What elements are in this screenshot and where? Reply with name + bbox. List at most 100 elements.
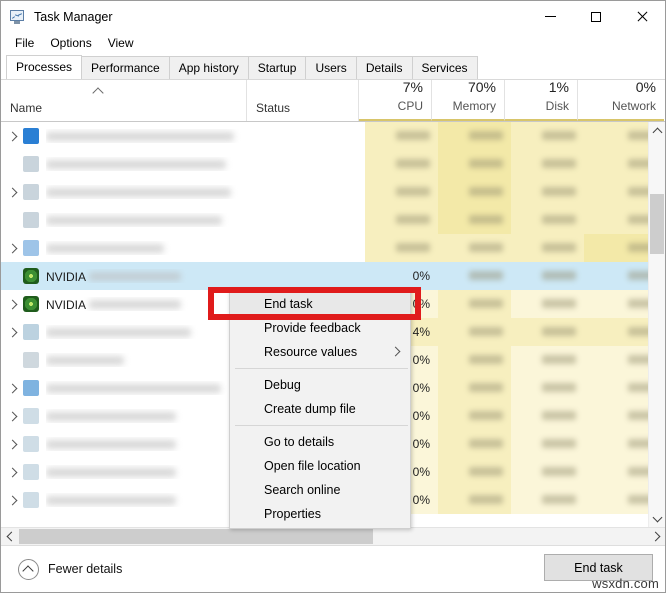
cell-status [253, 234, 365, 262]
cell-memory [438, 458, 511, 486]
context-menu-item-debug[interactable]: Debug [230, 373, 410, 397]
expand-chevron-icon[interactable] [1, 187, 23, 197]
redacted-value [396, 215, 430, 225]
redacted-process-name [46, 328, 191, 338]
expand-chevron-icon[interactable] [1, 495, 23, 505]
process-icon [23, 492, 39, 508]
context-menu-item-provide-feedback[interactable]: Provide feedback [230, 316, 410, 340]
redacted-process-name [46, 384, 221, 394]
expand-chevron-icon[interactable] [1, 299, 23, 309]
horizontal-scrollbar-thumb[interactable] [19, 529, 373, 544]
context-menu-item-resource-values[interactable]: Resource values [230, 340, 410, 364]
context-menu-item-open-file-location[interactable]: Open file location [230, 454, 410, 478]
chevron-right-icon [7, 187, 17, 197]
sort-ascending-icon [94, 87, 105, 94]
vertical-scrollbar-thumb[interactable] [650, 194, 664, 254]
process-name [46, 185, 253, 199]
redacted-process-name [46, 468, 176, 478]
process-row[interactable] [1, 122, 665, 150]
expand-chevron-icon[interactable] [1, 131, 23, 141]
redacted-value [469, 495, 503, 505]
close-button[interactable] [619, 1, 665, 32]
chevron-right-icon [7, 467, 17, 477]
context-menu-item-label: Resource values [264, 345, 358, 359]
redacted-value [542, 187, 576, 197]
scroll-left-button[interactable] [1, 528, 18, 545]
cell-disk [511, 206, 584, 234]
context-menu-item-create-dump-file[interactable]: Create dump file [230, 397, 410, 421]
cell-memory [438, 290, 511, 318]
context-menu-item-go-to-details[interactable]: Go to details [230, 430, 410, 454]
chevron-up-icon [652, 127, 662, 137]
column-header-network[interactable]: 0% Network [578, 80, 664, 121]
submenu-chevron-right-icon [390, 346, 401, 357]
tab-startup[interactable]: Startup [247, 56, 307, 79]
menu-item-view[interactable]: View [100, 33, 142, 54]
maximize-button[interactable] [573, 1, 619, 32]
redacted-value [469, 243, 503, 253]
context-menu-item-search-online[interactable]: Search online [230, 478, 410, 502]
scroll-right-button[interactable] [648, 528, 665, 545]
cell-memory [438, 178, 511, 206]
process-name [46, 381, 253, 395]
cell-disk [511, 234, 584, 262]
cell-memory [438, 206, 511, 234]
cell-memory [438, 430, 511, 458]
expand-chevron-icon[interactable] [1, 327, 23, 337]
context-menu-item-label: Open file location [264, 459, 361, 473]
tab-users[interactable]: Users [305, 56, 357, 79]
cell-status [253, 206, 365, 234]
cell-status [253, 122, 365, 150]
process-name [46, 157, 253, 171]
context-menu-item-end-task[interactable]: End task [230, 292, 410, 316]
expand-chevron-icon[interactable] [1, 243, 23, 253]
vertical-scrollbar[interactable] [648, 122, 665, 527]
process-row[interactable] [1, 206, 665, 234]
column-header-name[interactable]: Name [1, 80, 247, 121]
cell-cpu [365, 178, 438, 206]
scroll-down-button[interactable] [649, 510, 665, 527]
task-manager-window: Task Manager File Options View Processes Pe… [0, 0, 666, 593]
cell-memory [438, 374, 511, 402]
menu-item-options[interactable]: Options [42, 33, 99, 54]
process-name [46, 465, 253, 479]
cell-disk [511, 458, 584, 486]
tab-details[interactable]: Details [355, 56, 413, 79]
cell-memory [438, 122, 511, 150]
redacted-value [469, 271, 503, 281]
column-header-cpu[interactable]: 7% CPU [359, 80, 432, 121]
minimize-button[interactable] [527, 1, 573, 32]
fewer-details-button[interactable]: Fewer details [18, 558, 122, 580]
process-name [46, 325, 253, 339]
context-menu-item-properties[interactable]: Properties [230, 502, 410, 526]
expand-chevron-icon[interactable] [1, 439, 23, 449]
context-menu-separator [235, 425, 408, 426]
horizontal-scrollbar[interactable] [1, 527, 665, 545]
context-menu-item-label: Go to details [264, 435, 335, 449]
tab-performance[interactable]: Performance [81, 56, 170, 79]
column-header-memory[interactable]: 70% Memory [432, 80, 505, 121]
process-row[interactable]: NVIDIA 0% [1, 262, 662, 290]
tab-processes[interactable]: Processes [6, 55, 83, 79]
expand-chevron-icon[interactable] [1, 383, 23, 393]
process-row[interactable] [1, 150, 665, 178]
redacted-process-name [46, 356, 124, 366]
column-header-cpu-label: CPU [397, 99, 423, 113]
cell-memory [438, 318, 511, 346]
menu-item-file[interactable]: File [7, 33, 42, 54]
context-menu-item-label: Create dump file [264, 402, 356, 416]
scroll-up-button[interactable] [649, 122, 665, 139]
context-menu-item-label: Search online [264, 483, 341, 497]
close-icon [637, 11, 648, 22]
chevron-right-icon [7, 411, 17, 421]
tab-app-history[interactable]: App history [168, 56, 249, 79]
redacted-value [469, 299, 503, 309]
tab-services[interactable]: Services [411, 56, 478, 79]
expand-chevron-icon[interactable] [1, 411, 23, 421]
process-row[interactable] [1, 234, 665, 262]
chevron-left-icon [6, 531, 16, 542]
expand-chevron-icon[interactable] [1, 467, 23, 477]
column-header-status[interactable]: Status [247, 80, 359, 121]
process-row[interactable] [1, 178, 665, 206]
column-header-disk[interactable]: 1% Disk [505, 80, 578, 121]
